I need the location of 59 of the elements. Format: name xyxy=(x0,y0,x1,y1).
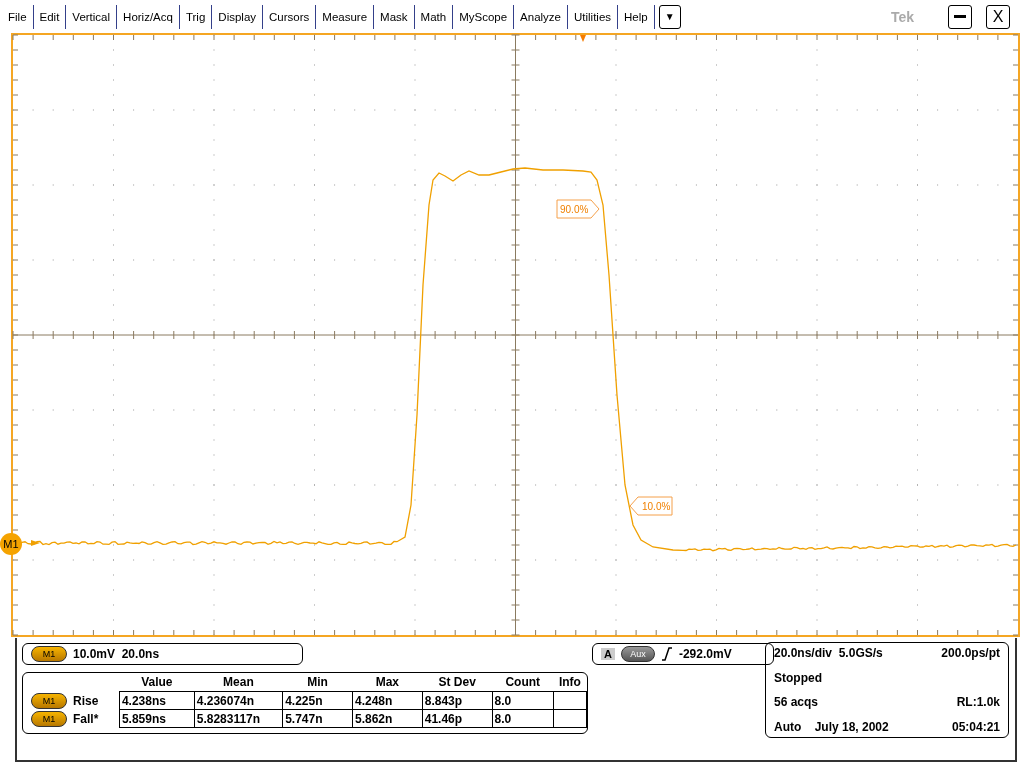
column-header: Mean xyxy=(194,673,283,692)
more-menu-button[interactable]: ▼ xyxy=(658,4,681,29)
table-cell: 5.862n xyxy=(352,709,423,728)
acquisition-text: 200.0ps/pt xyxy=(941,646,1000,660)
menu-item[interactable]: Cursors xyxy=(263,4,317,29)
level-marker: 10.0% xyxy=(629,496,673,516)
menu-item[interactable]: File xyxy=(2,4,34,29)
trigger-letter: A xyxy=(601,648,615,660)
table-cell: 5.747n xyxy=(282,709,353,728)
menu-item[interactable]: Utilities xyxy=(568,4,619,29)
channel-badge[interactable]: M1 xyxy=(31,692,67,709)
rising-edge-icon xyxy=(660,647,673,661)
channel-pointer-icon xyxy=(31,540,40,546)
menu-item[interactable]: Horiz/Acq xyxy=(117,4,180,29)
menu-item[interactable]: Vertical xyxy=(66,4,118,29)
table-cell: 4.238ns xyxy=(119,691,195,710)
table-cell: 4.225n xyxy=(282,691,353,710)
column-header: Max xyxy=(352,673,423,692)
channel-badge[interactable]: M1 xyxy=(31,646,67,662)
table-cell: 4.248n xyxy=(352,691,423,710)
minimize-button[interactable] xyxy=(948,4,972,29)
table-cell: 8.0 xyxy=(492,709,554,728)
table-cell: 5.859ns xyxy=(119,709,195,728)
column-header: Min xyxy=(282,673,353,692)
scale-text: 10.0mV 20.0ns xyxy=(73,647,160,661)
acquisition-text: Stopped xyxy=(774,670,822,685)
menu-item[interactable]: Edit xyxy=(33,4,67,29)
table-cell: 8.843p xyxy=(422,691,493,710)
source-badge[interactable]: Aux xyxy=(620,646,655,662)
table-cell: 41.46p xyxy=(422,709,493,728)
menu-item[interactable]: Measure xyxy=(316,4,375,29)
table-cell: 5.8283117n xyxy=(194,709,283,728)
channel-badge[interactable]: M1 xyxy=(31,710,67,727)
menu-item[interactable]: Trig xyxy=(179,4,213,29)
level-marker: 90.0% xyxy=(556,199,600,219)
table-cell: 8.0 xyxy=(492,691,554,710)
close-button[interactable]: X xyxy=(986,4,1010,29)
column-header: Value xyxy=(119,673,195,692)
menu-item[interactable]: Analyze xyxy=(514,4,568,29)
menu-item[interactable]: MyScope xyxy=(453,4,515,29)
channel-marker[interactable]: M1 xyxy=(0,533,22,555)
column-header: St Dev xyxy=(422,673,493,692)
minimize-icon xyxy=(954,15,966,18)
menu-item[interactable]: Help xyxy=(618,4,655,29)
acquisition-text: RL:1.0k xyxy=(956,695,1000,710)
trigger-level: -292.0mV xyxy=(678,647,732,661)
acquisition-text: Auto July 18, 2002 xyxy=(774,719,889,734)
menu-item[interactable]: Display xyxy=(212,4,264,29)
menu-item[interactable]: Mask xyxy=(374,4,415,29)
menu-item[interactable]: Math xyxy=(414,4,454,29)
table-cell: 4.236074n xyxy=(194,691,283,710)
measurement-name: Fall* xyxy=(73,711,99,726)
column-header: Count xyxy=(492,673,554,692)
column-header: Info xyxy=(553,673,587,692)
acquisition-text: 20.0ns/div 5.0GS/s xyxy=(774,646,883,660)
acquisition-text: 05:04:21 xyxy=(951,719,1000,734)
brand-logo: Tek xyxy=(890,8,914,25)
acquisition-text: 56 acqs xyxy=(774,695,819,710)
measurement-name: Rise xyxy=(73,693,99,708)
